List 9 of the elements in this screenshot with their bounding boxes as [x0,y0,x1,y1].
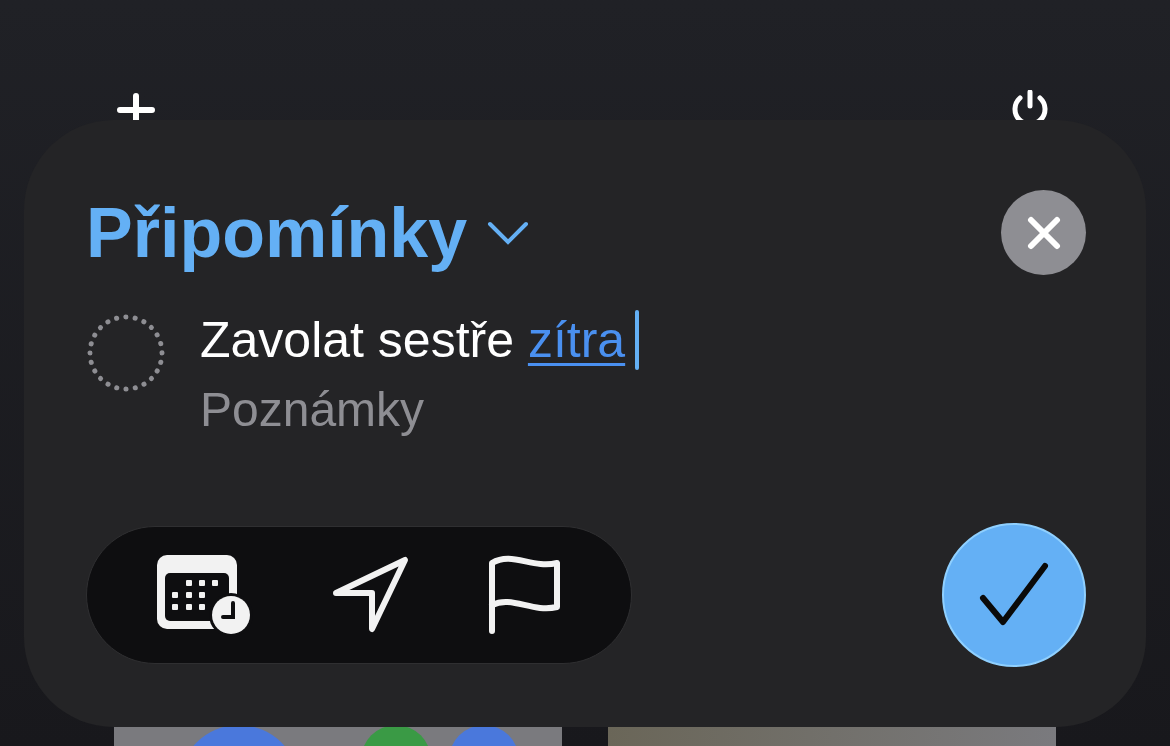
location-arrow-icon[interactable] [331,555,411,635]
flag-icon[interactable] [487,555,563,635]
reminder-title: Zavolat sestře [200,311,515,370]
close-icon [1026,215,1061,250]
text-cursor [635,310,640,370]
notes-field[interactable]: Poznámky [200,375,800,445]
chevron-down-icon [487,220,530,245]
checkbox-circle[interactable] [86,313,166,393]
date-link[interactable]: zítra [527,305,626,375]
